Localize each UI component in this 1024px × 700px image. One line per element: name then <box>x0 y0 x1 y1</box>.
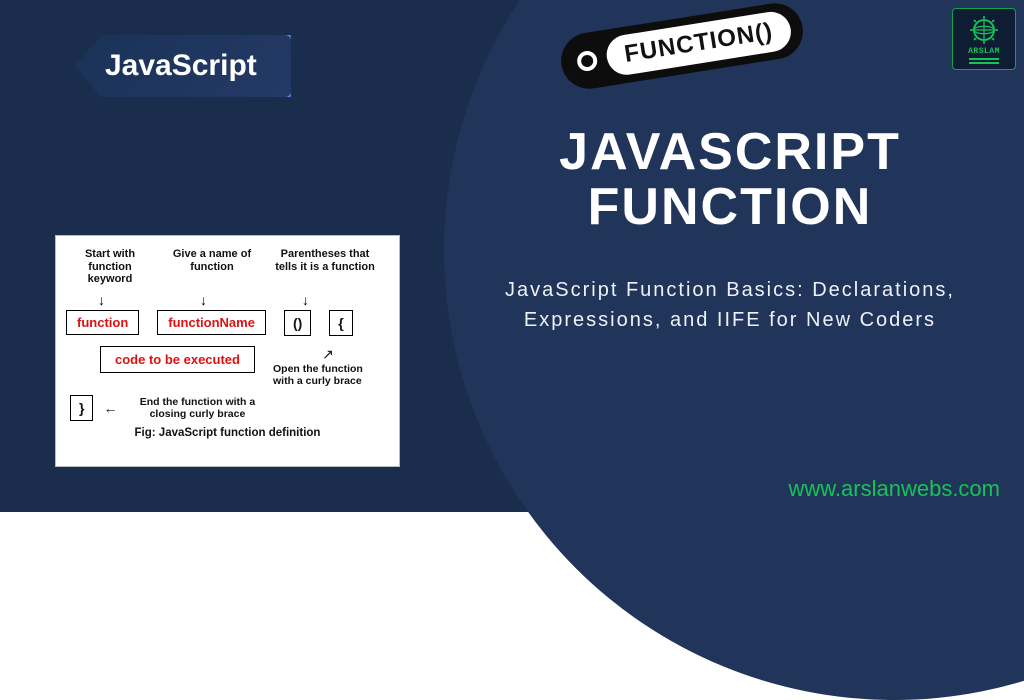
token-open-brace: { <box>329 310 352 336</box>
arrow-down-icon: ↓ <box>98 292 186 308</box>
arrow-down-icon: ↓ <box>302 292 326 308</box>
label-close-brace: End the function with a closing curly br… <box>127 396 267 420</box>
arrow-up-icon: ↗ <box>273 346 383 363</box>
token-keyword: function <box>66 310 139 335</box>
label-open-brace: Open the function with a curly brace <box>273 363 383 387</box>
token-parens: () <box>284 310 311 336</box>
token-identifier: functionName <box>157 310 266 335</box>
slide-canvas: JavaScript FUNCTION() ARSLAM JAVASCRIPT … <box>0 0 1024 512</box>
label-name: Give a name of function <box>168 248 256 286</box>
syntax-diagram-card: Start with function keyword Give a name … <box>55 235 400 467</box>
tag-ring-icon <box>576 50 599 73</box>
javascript-tag-label: JavaScript <box>105 49 257 82</box>
token-close-brace: } <box>70 395 93 421</box>
arrow-left-icon: ← <box>103 400 117 416</box>
page-title: JAVASCRIPT FUNCTION <box>470 125 990 234</box>
page-subtitle: JavaScript Function Basics: Declarations… <box>470 275 990 335</box>
globe-gear-icon <box>969 15 999 45</box>
label-parens: Parentheses that tells it is a function <box>270 248 380 286</box>
token-body: code to be executed <box>100 346 255 373</box>
logo-bars-icon <box>969 58 999 64</box>
brand-logo: ARSLAM <box>952 8 1016 70</box>
bg-ellipse <box>444 0 1024 700</box>
website-url: www.arslanwebs.com <box>788 476 1000 502</box>
logo-text: ARSLAM <box>968 47 1000 56</box>
diagram-caption: Fig: JavaScript function definition <box>66 427 389 439</box>
label-start: Start with function keyword <box>66 248 154 286</box>
arrow-down-icon: ↓ <box>200 292 288 308</box>
javascript-tag: JavaScript <box>75 35 291 97</box>
